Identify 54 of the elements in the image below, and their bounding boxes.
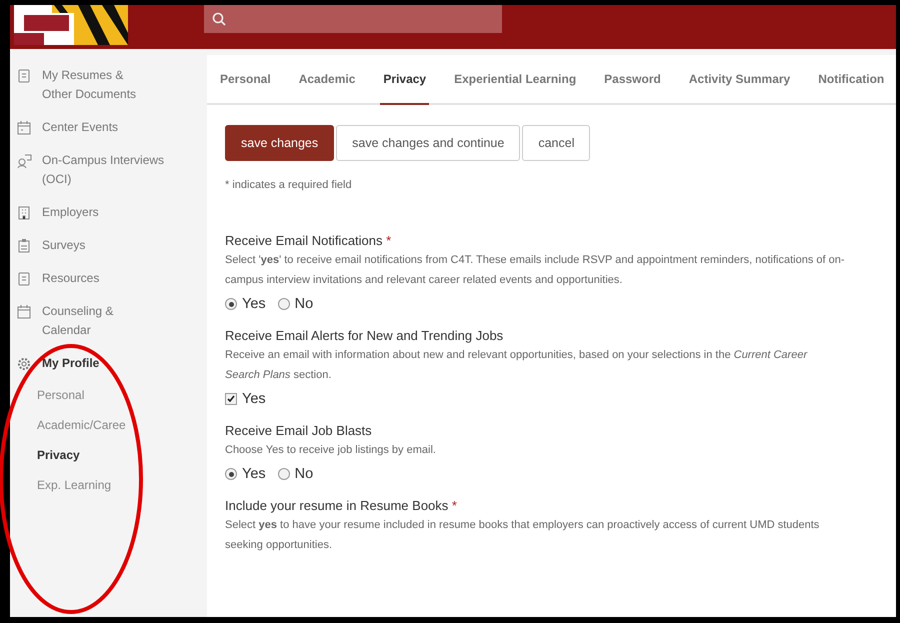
cancel-button[interactable]: cancel [522,125,590,161]
person-chat-icon [16,153,32,169]
field-description: Select yes to have your resume included in resume books that employers can proactively access of current UMD students seeking opportunities. [225,518,820,553]
field-label: Receive Email Notifications [225,233,383,248]
search-icon [212,12,226,26]
search-field[interactable] [204,5,502,33]
option-label: No [294,296,314,312]
tab[interactable]: Password [601,55,664,105]
required-marker: * [452,498,457,513]
checkbox[interactable] [225,393,237,405]
sidebar-item[interactable]: My Profile [10,353,205,386]
field-label: Receive Email Job Blasts [225,423,372,438]
flag-logo[interactable] [14,5,128,45]
sidebar-item[interactable]: Employers [10,202,205,235]
required-marker: * [386,233,392,248]
option-label: Yes [242,466,266,482]
option-label: Yes [242,391,266,407]
document-icon [16,68,32,84]
radio-button[interactable] [225,298,237,310]
save-continue-button[interactable]: save changes and continue [336,125,520,161]
sidebar-item[interactable]: Resources [10,268,205,301]
clipboard-icon [16,238,32,254]
sidebar-subitem[interactable]: Academic/Caree [10,416,205,446]
sidebar-item[interactable]: Counseling & Calendar [10,301,205,353]
save-button[interactable]: save changes [225,125,334,161]
field-description: Receive an email with information about new and relevant opportunities, based on your selections in the Current Career Search Plans section. [225,348,808,383]
tab[interactable]: Personal [217,55,274,105]
document-icon [16,271,32,287]
sidebar-item[interactable]: On-Campus Interviews (OCI) [10,150,205,202]
tab[interactable]: Privacy [380,55,430,105]
radio-button[interactable] [225,468,237,480]
radio-button[interactable] [278,468,290,480]
sidebar-subitem[interactable]: Privacy [10,446,205,476]
required-note: * indicates a required field [225,179,353,191]
field-label: Include your resume in Resume Books [225,498,448,513]
calendar-icon [16,304,32,320]
settings-icon [16,356,32,372]
field-description: Select 'yes' to receive email notifications from C4T. These emails include RSVP and appointment reminders, notifications of on-campus interview invitations and relevant career related events and opportunities. [225,253,845,288]
tab[interactable]: Experiential Learning [451,55,580,105]
building-icon [16,205,32,221]
calendar-icon [16,120,32,136]
sidebar-item[interactable]: Center Events [10,117,205,150]
tab[interactable]: Academic [296,55,358,105]
radio-button[interactable] [278,298,290,310]
sidebar-item[interactable]: Surveys [10,235,205,268]
option-label: Yes [242,296,266,312]
field-label: Receive Email Alerts for New and Trending Jobs [225,328,504,343]
tab[interactable]: Notification [815,55,888,105]
tab[interactable]: Activity Summary [686,55,794,105]
option-label: No [294,466,314,482]
sidebar-subitem[interactable]: Exp. Learning [10,476,205,506]
field-description: Choose Yes to receive job listings by email. [225,443,437,458]
sidebar-item[interactable]: My Resumes & Other Documents [10,65,205,117]
sidebar-subitem[interactable]: Personal [10,386,205,416]
